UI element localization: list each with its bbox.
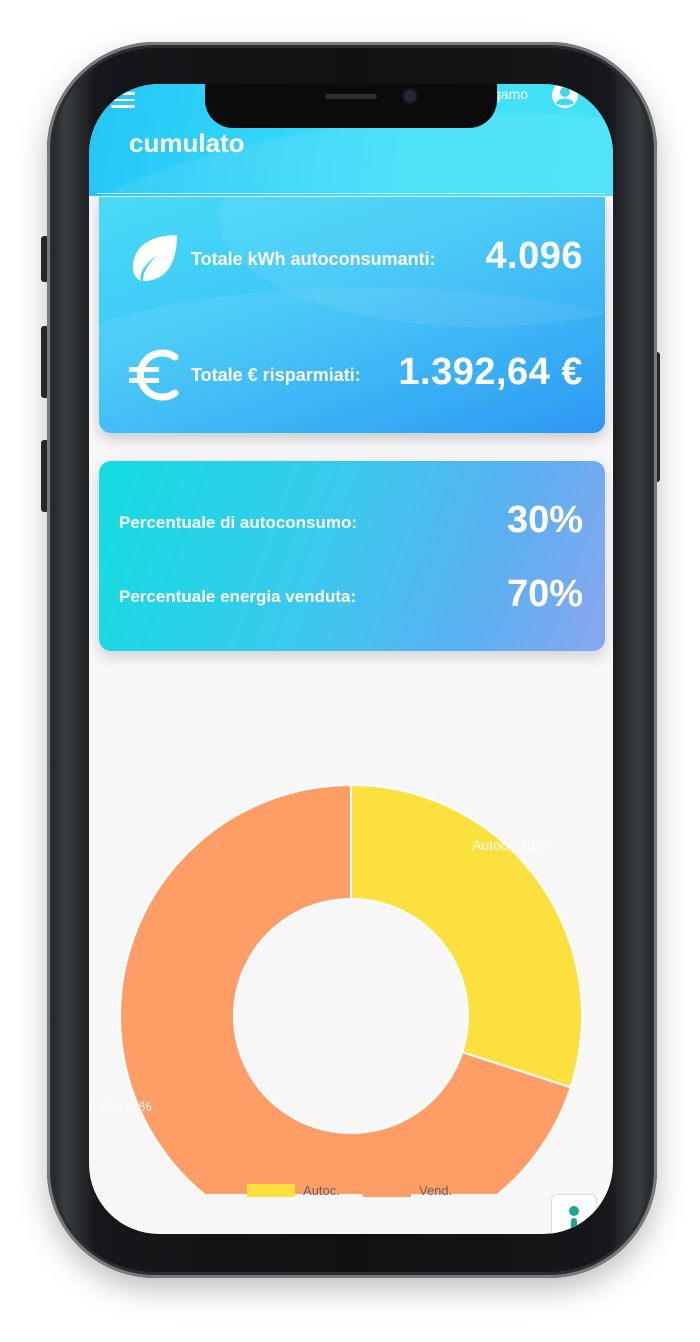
total-eur-value: 1.392,64 € [398, 351, 583, 393]
percentages-card: Percentuale di autoconsumo: 30% Percentu… [99, 461, 605, 651]
user-name-label[interactable]: gamo [493, 86, 528, 102]
hamburger-menu-icon[interactable] [111, 92, 135, 108]
header-divider [97, 193, 605, 194]
autoconsumo-label: Percentuale di autoconsumo: [119, 513, 358, 532]
euro-icon [129, 349, 179, 401]
slice-label-vend: Vend.: 70% [89, 1098, 152, 1114]
legend-item-autoc[interactable]: Autoc. [247, 1180, 340, 1200]
speaker-grille [325, 94, 377, 99]
slice-label-autoc: Autoc.: 30% [472, 837, 548, 853]
slice-autoc[interactable] [350, 783, 583, 1089]
venduta-value: 70% [506, 573, 583, 615]
venduta-row: Percentuale energia venduta: 70% [99, 573, 605, 623]
total-eur-label: Totale € risparmiati: [191, 365, 361, 385]
help-button[interactable] [551, 1194, 597, 1234]
legend-swatch-autoc [247, 1183, 295, 1197]
user-avatar-icon[interactable] [551, 84, 579, 109]
autoconsumo-value: 30% [506, 499, 583, 541]
leaf-icon [132, 235, 177, 281]
legend-item-vend[interactable]: Vend. [363, 1180, 452, 1200]
app-screen: gamo cumulato Totale kWh autoconsumanti:… [89, 84, 613, 1234]
chart-legend: Autoc. Vend. [89, 1180, 613, 1204]
total-kwh-label: Totale kWh autoconsumanti: [191, 249, 436, 269]
page-title: cumulato [129, 128, 245, 158]
legend-label-autoc: Autoc. [303, 1182, 340, 1198]
front-camera [404, 90, 416, 102]
doughnut-chart: Autoc.: 30% Vend.: 70% [89, 783, 583, 1194]
totals-card: Totale kWh autoconsumanti: 4.096 Totale … [99, 197, 605, 433]
total-eur-row: Totale € risparmiati: 1.392,64 € [99, 347, 605, 407]
info-icon [569, 1206, 579, 1234]
total-kwh-value: 4.096 [485, 235, 583, 277]
legend-swatch-vend [363, 1183, 411, 1197]
phone-notch [205, 84, 497, 128]
total-kwh-row: Totale kWh autoconsumanti: 4.096 [99, 231, 605, 291]
autoconsumo-row: Percentuale di autoconsumo: 30% [99, 499, 605, 549]
venduta-label: Percentuale energia venduta: [119, 587, 357, 606]
legend-label-vend: Vend. [419, 1182, 453, 1198]
